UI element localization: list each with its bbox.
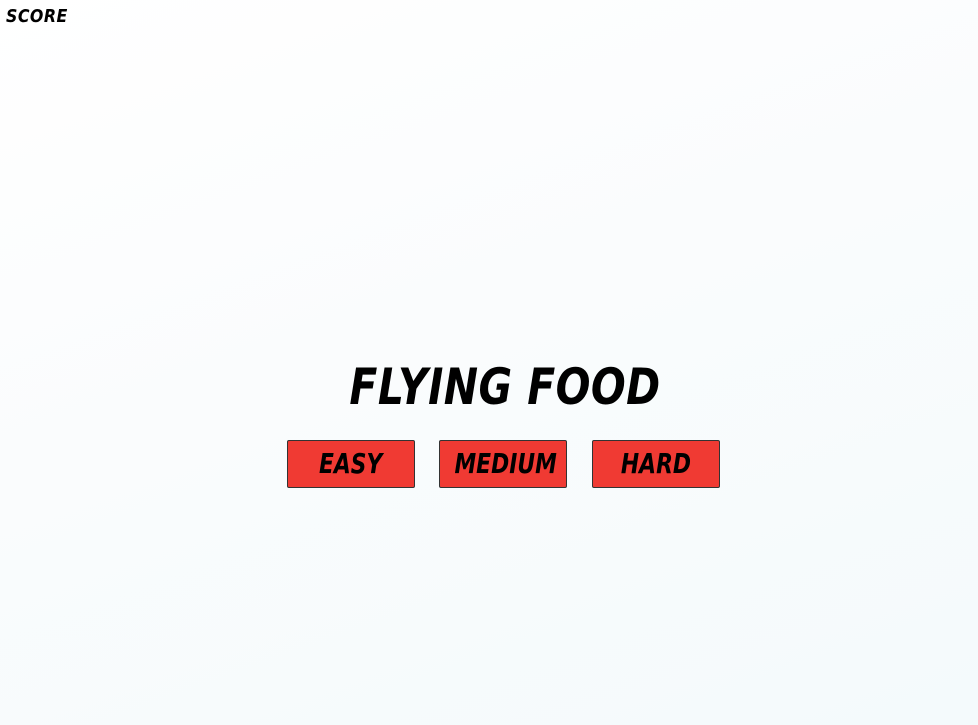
easy-button-label: EASY [319, 447, 383, 480]
easy-button[interactable]: EASY [287, 440, 415, 488]
hard-button[interactable]: HARD [592, 440, 720, 488]
game-title: FLYING FOOD [349, 358, 661, 416]
hard-button-label: HARD [620, 447, 692, 480]
score-label: SCORE [6, 6, 68, 27]
medium-button[interactable]: MEDIUM [439, 440, 567, 488]
difficulty-buttons: EASY MEDIUM HARD [0, 440, 978, 488]
medium-button-label: MEDIUM [454, 447, 557, 480]
